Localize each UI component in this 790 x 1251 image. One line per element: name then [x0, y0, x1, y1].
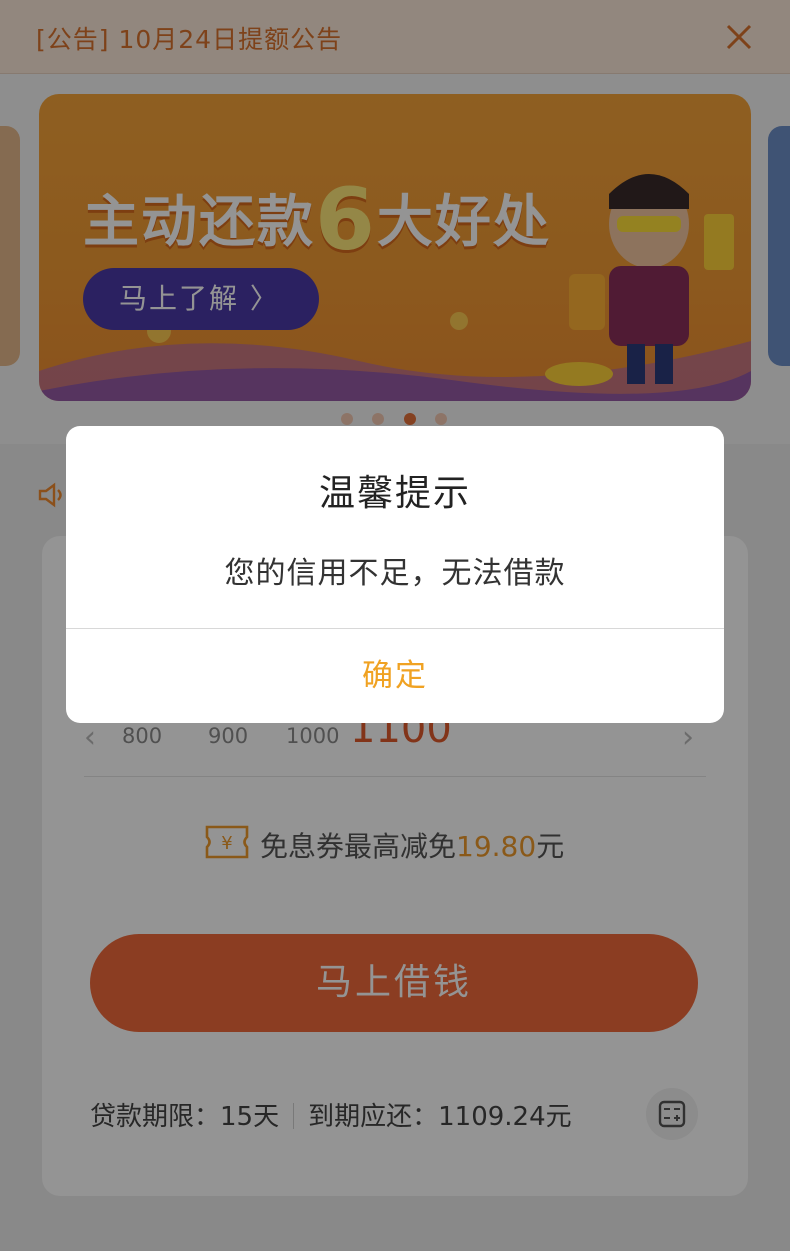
alert-dialog: 温馨提示 您的信用不足，无法借款 确定: [66, 426, 724, 723]
dialog-message: 您的信用不足，无法借款: [224, 556, 566, 591]
confirm-button[interactable]: 确定: [66, 629, 724, 723]
dialog-title: 温馨提示: [318, 473, 471, 514]
